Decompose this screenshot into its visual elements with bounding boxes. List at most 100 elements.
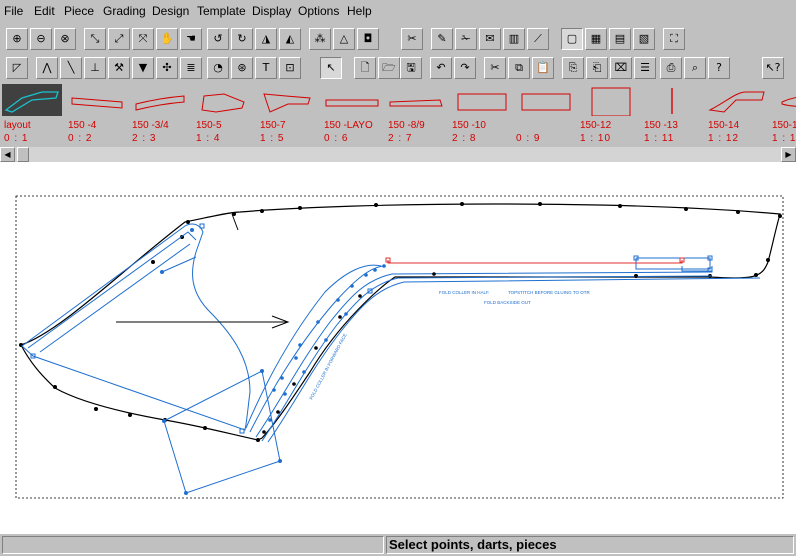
horizontal-scrollbar[interactable]: ◀ ▶ <box>0 147 796 162</box>
scissors-icon[interactable]: ✂ <box>484 57 506 79</box>
piece-count: 2 : 3 <box>132 133 157 144</box>
button-icon[interactable]: ⊛ <box>231 57 253 79</box>
band-piece[interactable] <box>245 257 761 443</box>
piece-shape-icon <box>642 84 702 116</box>
help-icon[interactable]: ? <box>708 57 730 79</box>
annotate-icon[interactable]: ✉ <box>479 28 501 50</box>
hand-icon[interactable]: ✋ <box>156 28 178 50</box>
piece-thumbnail[interactable]: 150 -8/9 2 : 7 <box>384 82 448 146</box>
menu-template[interactable]: Template <box>197 4 246 18</box>
selected-segment[interactable] <box>385 257 685 264</box>
cut-piece-icon[interactable]: ✂ <box>401 28 423 50</box>
edit-toolbar: ◸ ⋀ ╲ ⊥ ⚒ ▼ ✣ ≣ ◔ ⊛ T ⊡ ↖ 🗋 🗁 🖫 ↶ ↷ ✂ ⧉ 📋 ⎘ ⎗ ⌧ ☰ ⎙ ⌕? ↖? <box>0 55 796 82</box>
scroll-right-icon[interactable]: ▶ <box>781 147 796 162</box>
layout-notch <box>231 213 239 231</box>
zoom-out-icon[interactable]: ⊖ <box>30 28 52 50</box>
text-icon[interactable]: T <box>255 57 277 79</box>
pattern-canvas[interactable]: FOLD COLLER IN HALF. TOPSTITCH BEFORE GL… <box>0 162 796 534</box>
piece-thumbnail[interactable]: 150 -4 0 : 2 <box>64 82 128 146</box>
pattern-drawing[interactable]: FOLD COLLER IN HALF. TOPSTITCH BEFORE GL… <box>0 162 796 534</box>
save-icon[interactable]: 🖫 <box>400 57 422 79</box>
redo-icon[interactable]: ↷ <box>454 57 476 79</box>
undo-icon[interactable]: ↶ <box>430 57 452 79</box>
view-grid-icon[interactable]: ▦ <box>585 28 607 50</box>
select-arrow-icon[interactable]: ↖ <box>320 57 342 79</box>
split-icon[interactable]: ✁ <box>455 28 477 50</box>
sew-icon[interactable]: ⚒ <box>108 57 130 79</box>
menu-help[interactable]: Help <box>347 4 372 18</box>
plot-icon[interactable]: ⌕ <box>684 57 706 79</box>
fold-icon[interactable]: ✣ <box>156 57 178 79</box>
pleat-icon[interactable]: ▼ <box>132 57 154 79</box>
flip-horizontal-icon[interactable]: ◭ <box>279 28 301 50</box>
circle-icon[interactable]: ◔ <box>207 57 229 79</box>
line-icon[interactable]: ╲ <box>60 57 82 79</box>
eraser-icon[interactable]: ◸ <box>6 57 28 79</box>
piece-info-icon[interactable]: ☰ <box>634 57 656 79</box>
menu-design[interactable]: Design <box>152 4 189 18</box>
scroll-thumb[interactable] <box>17 147 29 162</box>
piece-thumbnail[interactable]: 150 -3/4 2 : 3 <box>128 82 192 146</box>
mirror-icon[interactable]: ⊥ <box>84 57 106 79</box>
piece-thumbnail[interactable]: 150 -LAYO 0 : 6 <box>320 82 384 146</box>
piece-name: 150 -10 <box>452 120 486 131</box>
pencil-icon[interactable]: ✎ <box>431 28 453 50</box>
add-notch-icon[interactable]: ◘ <box>357 28 379 50</box>
menu-options[interactable]: Options <box>298 4 339 18</box>
piece-shape-icon <box>194 84 254 116</box>
walk-piece-icon[interactable]: ⁂ <box>309 28 331 50</box>
piece-thumbnail[interactable]: 0 : 9 <box>512 82 576 146</box>
scroll-left-icon[interactable]: ◀ <box>0 147 15 162</box>
piece-thumbnail[interactable]: 150-14 1 : 12 <box>704 82 768 146</box>
context-help-icon[interactable]: ↖? <box>762 57 784 79</box>
dart-icon[interactable]: ⋀ <box>36 57 58 79</box>
menu-grading[interactable]: Grading <box>103 4 146 18</box>
rotate-ccw-icon[interactable]: ↺ <box>207 28 229 50</box>
move-point-icon[interactable]: ⤡ <box>84 28 106 50</box>
menu-edit[interactable]: Edit <box>34 4 55 18</box>
zoom-in-icon[interactable]: ⊕ <box>6 28 28 50</box>
open-file-icon[interactable]: 🗁 <box>378 57 400 79</box>
piece-name: 150-12 <box>580 120 612 131</box>
fit-window-icon[interactable]: ⛶ <box>663 28 685 50</box>
text-box-icon[interactable]: ⊡ <box>279 57 301 79</box>
view-stack-icon[interactable]: ▧ <box>633 28 655 50</box>
topstitch-note: TOPSTITCH BEFORE GLUING TO OTR <box>508 290 591 295</box>
measure-icon[interactable]: △ <box>333 28 355 50</box>
grab-icon[interactable]: ☚ <box>180 28 202 50</box>
status-bar: Select points, darts, pieces <box>0 534 796 556</box>
piece-count: 0 : 1 <box>4 133 29 144</box>
view-single-icon[interactable]: ▢ <box>561 28 583 50</box>
menu-piece[interactable]: Piece <box>64 4 94 18</box>
zoom-fit-icon[interactable]: ⊗ <box>54 28 76 50</box>
piece-thumbnail[interactable]: layout 0 : 1 <box>0 82 64 146</box>
piece-thumbnail[interactable]: 150-12 1 : 10 <box>576 82 640 146</box>
copy-icon[interactable]: ⧉ <box>508 57 530 79</box>
move-segment-icon[interactable]: ⤧ <box>132 28 154 50</box>
label-icon[interactable]: ▥ <box>503 28 525 50</box>
piece-delete-icon[interactable]: ⌧ <box>610 57 632 79</box>
move-points-icon[interactable]: ⤢ <box>108 28 130 50</box>
collar-points[interactable] <box>30 223 282 495</box>
rotate-cw-icon[interactable]: ↻ <box>231 28 253 50</box>
piece-thumbnail[interactable]: 150-7 1 : 5 <box>256 82 320 146</box>
flip-vertical-icon[interactable]: ◮ <box>255 28 277 50</box>
paste-icon[interactable]: 📋 <box>532 57 554 79</box>
piece-new-icon[interactable]: ⎗ <box>586 57 608 79</box>
piece-copy-icon[interactable]: ⎘ <box>562 57 584 79</box>
collar-piece[interactable] <box>21 223 281 494</box>
stack-icon[interactable]: ≣ <box>180 57 202 79</box>
axis-icon[interactable]: ⟋ <box>527 28 549 50</box>
print-icon[interactable]: ⎙ <box>660 57 682 79</box>
piece-thumbnail[interactable]: 150 -10 2 : 8 <box>448 82 512 146</box>
piece-count: 0 : 6 <box>324 133 349 144</box>
new-file-icon[interactable]: 🗋 <box>354 57 376 79</box>
view-layer-icon[interactable]: ▤ <box>609 28 631 50</box>
piece-thumbnail[interactable]: 150-5 1 : 4 <box>192 82 256 146</box>
fold-backside-note: FOLD BACKSIDE OUT <box>484 300 531 305</box>
piece-thumbnail[interactable]: 150-1 1 : 13 <box>768 82 796 146</box>
menu-file[interactable]: File <box>4 4 23 18</box>
grainline <box>116 315 290 329</box>
piece-thumbnail[interactable]: 150 -13 1 : 11 <box>640 82 704 146</box>
menu-display[interactable]: Display <box>252 4 291 18</box>
